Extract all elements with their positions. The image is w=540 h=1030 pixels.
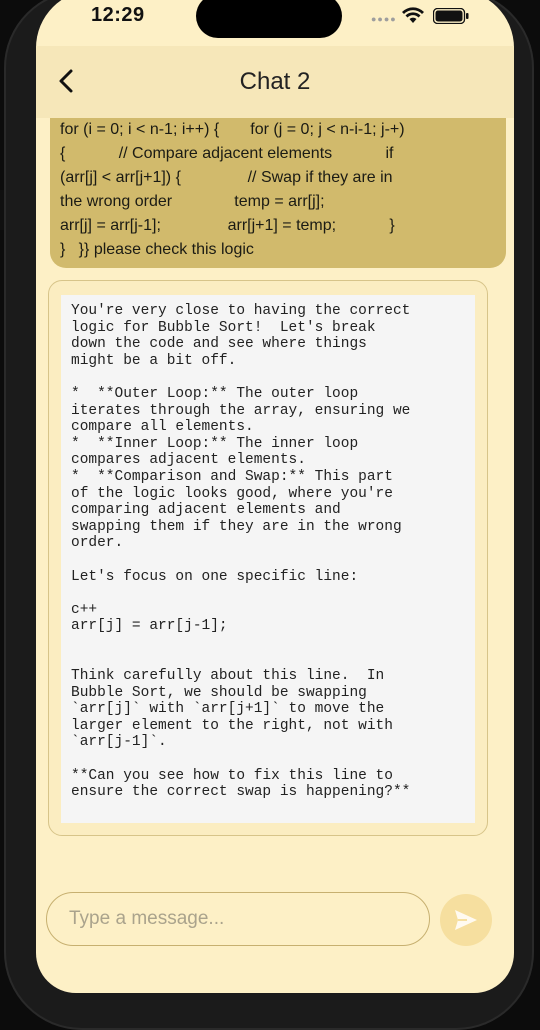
signal-dots-icon: ●●●● (371, 14, 397, 24)
send-icon (455, 910, 477, 930)
assistant-code-block: You're very close to having the correct … (61, 295, 475, 823)
user-message-bubble: for (i = 0; i < n-1; i++) { for (j = 0; … (50, 118, 506, 268)
wifi-icon (402, 7, 424, 23)
composer-bar (36, 870, 514, 980)
status-icons: ●●●● (371, 6, 483, 26)
phone-frame: 12:29 ●●●● Chat 2 for (i = 0; i < n-1; i… (0, 0, 534, 1030)
page-title: Chat 2 (239, 68, 311, 95)
message-input[interactable] (46, 892, 430, 946)
app-screen: 12:29 ●●●● Chat 2 for (i = 0; i < n-1; i… (36, 0, 514, 993)
assistant-message-text: You're very close to having the correct … (71, 303, 411, 801)
dynamic-island (196, 0, 342, 38)
chat-header: Chat 2 (36, 46, 514, 118)
side-button (0, 190, 4, 230)
assistant-message-card: You're very close to having the correct … (48, 280, 488, 836)
user-message-text: for (i = 0; i < n-1; i++) { for (j = 0; … (60, 121, 405, 258)
status-time: 12:29 (91, 4, 145, 26)
send-button[interactable] (440, 894, 492, 946)
status-bar: 12:29 ●●●● (36, 0, 514, 46)
battery-icon (433, 8, 469, 24)
